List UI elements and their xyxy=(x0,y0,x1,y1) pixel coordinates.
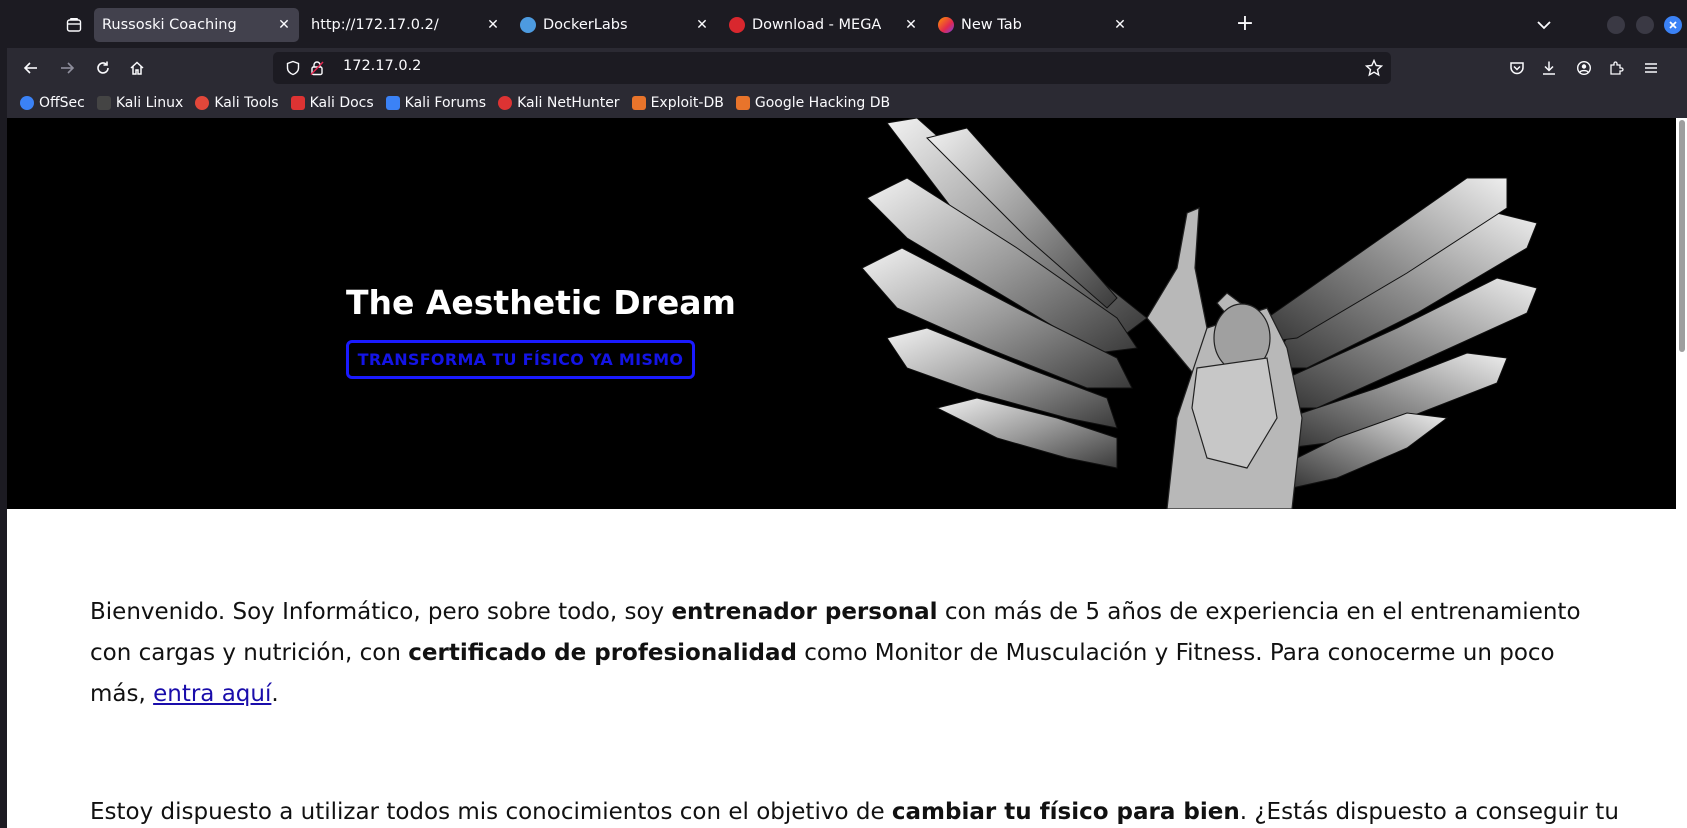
close-tab-icon[interactable]: ✕ xyxy=(1111,16,1129,34)
pocket-icon[interactable] xyxy=(1505,56,1529,80)
close-tab-icon[interactable]: ✕ xyxy=(275,16,293,34)
url-text[interactable]: 172.17.0.2 xyxy=(343,58,421,74)
back-icon[interactable] xyxy=(19,56,43,80)
minimize-window-button[interactable] xyxy=(1607,16,1625,34)
second-bold-text: cambiar tu físico para bien xyxy=(891,799,1240,825)
bookmarks-toolbar: OffSec Kali Linux Kali Tools Kali Docs K… xyxy=(7,88,1687,118)
dockerlabs-favicon-icon xyxy=(520,17,536,33)
kali-forums-icon xyxy=(385,96,400,110)
url-bar[interactable]: 172.17.0.2 xyxy=(273,52,1391,84)
tab-strip: Russoski Coaching ✕ http://172.17.0.2/ ✕… xyxy=(7,0,1687,48)
home-icon[interactable] xyxy=(125,56,149,80)
page-scrollbar-thumb[interactable] xyxy=(1679,120,1685,352)
about-me-link[interactable]: entra aquí xyxy=(153,681,271,707)
bookmark-kali-linux[interactable]: Kali Linux xyxy=(96,95,184,111)
tab-title: DockerLabs xyxy=(543,17,628,33)
browser-window: Russoski Coaching ✕ http://172.17.0.2/ ✕… xyxy=(0,0,1687,828)
bookmark-kali-nethunter[interactable]: Kali NetHunter xyxy=(498,95,620,111)
intro-bold-text: certificado de profesionalidad xyxy=(408,640,797,666)
second-text: . ¿Estás dispuesto a conseguir tu xyxy=(1239,799,1619,825)
bookmark-label: Kali Tools xyxy=(214,95,279,111)
list-all-tabs-icon[interactable] xyxy=(1532,14,1556,36)
hero-title: The Aesthetic Dream xyxy=(346,283,736,322)
bookmark-star-icon[interactable] xyxy=(1364,58,1384,81)
bookmark-label: OffSec xyxy=(39,95,85,111)
kali-tools-icon xyxy=(195,96,210,110)
window-border xyxy=(0,0,7,828)
kali-docs-icon xyxy=(290,96,305,110)
menu-icon[interactable] xyxy=(1639,56,1663,80)
maximize-window-button[interactable] xyxy=(1636,16,1654,34)
second-paragraph: Estoy dispuesto a utilizar todos mis con… xyxy=(90,792,1619,828)
transform-physique-button[interactable]: TRANSFORMA TU FÍSICO YA MISMO xyxy=(346,340,695,379)
google-hacking-db-icon xyxy=(735,96,750,110)
kali-dragon-icon xyxy=(96,96,111,110)
close-tab-icon[interactable]: ✕ xyxy=(693,16,711,34)
bookmark-label: Kali NetHunter xyxy=(517,95,620,111)
tab-russoski-coaching[interactable]: Russoski Coaching ✕ xyxy=(94,8,299,42)
firefox-favicon-icon xyxy=(938,17,954,33)
bookmark-kali-tools[interactable]: Kali Tools xyxy=(195,95,279,111)
tab-new-tab[interactable]: New Tab ✕ xyxy=(930,8,1135,42)
reload-icon[interactable] xyxy=(91,56,115,80)
tab-title: New Tab xyxy=(961,17,1022,33)
firefox-view-icon[interactable] xyxy=(57,12,91,38)
intro-text: Bienvenido. Soy Informático, pero sobre … xyxy=(90,599,672,625)
bookmark-kali-docs[interactable]: Kali Docs xyxy=(290,95,374,111)
navigation-toolbar: 172.17.0.2 xyxy=(7,48,1687,88)
bookmark-google-hacking-db[interactable]: Google Hacking DB xyxy=(735,95,891,111)
bookmark-label: Kali Forums xyxy=(404,95,487,111)
tab-dockerlabs[interactable]: DockerLabs ✕ xyxy=(512,8,717,42)
winged-man-image xyxy=(861,118,1538,509)
offsec-icon xyxy=(20,96,34,110)
close-tab-icon[interactable]: ✕ xyxy=(484,16,502,34)
downloads-icon[interactable] xyxy=(1537,56,1561,80)
bookmark-exploit-db[interactable]: Exploit-DB xyxy=(631,95,724,111)
intro-text: . xyxy=(271,681,279,707)
tracking-protection-shield-icon[interactable] xyxy=(285,60,301,80)
tab-title: Download - MEGA xyxy=(752,17,882,33)
bookmark-label: Kali Docs xyxy=(309,95,374,111)
close-window-button[interactable] xyxy=(1664,16,1682,34)
intro-paragraph: Bienvenido. Soy Informático, pero sobre … xyxy=(90,592,1610,715)
insecure-lock-icon[interactable] xyxy=(309,60,325,80)
hero-banner: The Aesthetic Dream TRANSFORMA TU FÍSICO… xyxy=(7,118,1687,509)
bookmark-label: Google Hacking DB xyxy=(754,95,891,111)
mega-favicon-icon xyxy=(729,17,745,33)
bookmark-label: Exploit-DB xyxy=(650,95,724,111)
bookmark-label: Kali Linux xyxy=(115,95,184,111)
forward-icon[interactable] xyxy=(55,56,79,80)
intro-bold-text: entrenador personal xyxy=(671,599,938,625)
close-tab-icon[interactable]: ✕ xyxy=(902,16,920,34)
account-icon[interactable] xyxy=(1572,56,1596,80)
bookmark-kali-forums[interactable]: Kali Forums xyxy=(385,95,487,111)
page-content: The Aesthetic Dream TRANSFORMA TU FÍSICO… xyxy=(7,118,1687,828)
kali-nethunter-icon xyxy=(498,96,513,110)
new-tab-button[interactable]: + xyxy=(1233,13,1257,37)
extensions-icon[interactable] xyxy=(1604,56,1628,80)
tab-mega[interactable]: Download - MEGA ✕ xyxy=(721,8,926,42)
bookmark-offsec[interactable]: OffSec xyxy=(20,95,85,111)
tab-title: Russoski Coaching xyxy=(102,17,237,33)
exploit-db-icon xyxy=(631,96,646,110)
second-text: Estoy dispuesto a utilizar todos mis con… xyxy=(90,799,892,825)
tab-ip[interactable]: http://172.17.0.2/ ✕ xyxy=(303,8,508,42)
tab-title: http://172.17.0.2/ xyxy=(311,17,439,33)
